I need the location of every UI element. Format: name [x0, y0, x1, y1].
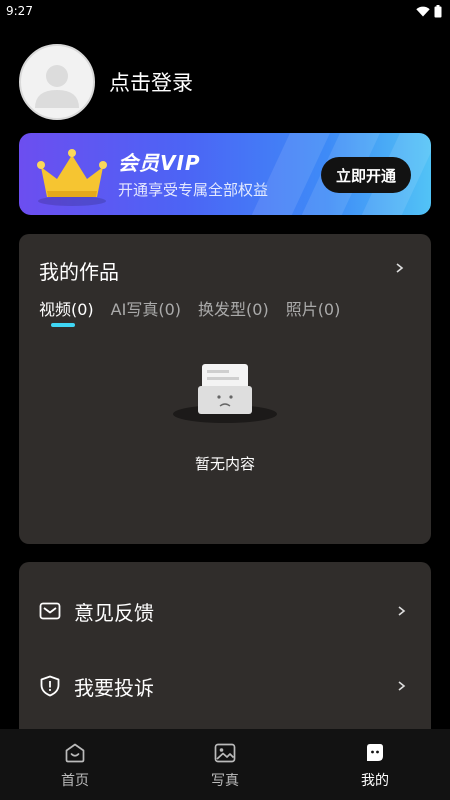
empty-box-icon — [173, 364, 277, 423]
menu-card: 意见反馈 我要投诉 — [19, 562, 431, 742]
mail-icon — [39, 602, 61, 620]
active-tab-indicator — [51, 323, 75, 327]
vip-title: 会员VIP — [118, 151, 201, 175]
home-smile-icon — [65, 743, 85, 763]
nav-portrait-label: 写真 — [211, 773, 239, 789]
profile-header[interactable]: 点击登录 — [19, 44, 193, 120]
menu-item-feedback[interactable]: 意见反馈 — [19, 586, 431, 636]
avatar[interactable] — [19, 44, 95, 120]
status-time: 9:27 — [6, 4, 33, 18]
nav-mine[interactable]: 我的 — [300, 729, 450, 800]
tab-ai-portrait[interactable]: AI写真(0) — [111, 296, 181, 320]
chevron-right-icon — [398, 681, 406, 691]
tab-hairstyle[interactable]: 换发型(0) — [198, 296, 269, 320]
tab-video[interactable]: 视频(0) — [39, 296, 94, 320]
my-works-card: 我的作品 视频(0) AI写真(0) 换发型(0) 照片(0) 暂无内容 — [19, 234, 431, 544]
vip-subtitle: 开通享受专属全部权益 — [118, 181, 269, 199]
nav-home-label: 首页 — [61, 773, 89, 789]
nav-home[interactable]: 首页 — [0, 729, 150, 800]
bottom-nav: 首页 写真 我的 — [0, 729, 450, 800]
my-works-title[interactable]: 我的作品 — [39, 256, 119, 285]
battery-icon — [434, 4, 442, 17]
profile-face-icon — [367, 744, 383, 761]
chevron-right-icon[interactable] — [395, 258, 405, 278]
vip-banner[interactable]: 会员VIP 开通享受专属全部权益 立即开通 — [19, 133, 431, 215]
default-avatar-icon — [35, 65, 79, 108]
menu-label-complaint: 我要投诉 — [74, 675, 154, 700]
empty-state-text: 暂无内容 — [194, 455, 255, 473]
works-tabs: 视频(0) AI写真(0) 换发型(0) 照片(0) — [39, 296, 340, 320]
menu-label-feedback: 意见反馈 — [74, 600, 154, 625]
chevron-right-icon — [398, 606, 406, 616]
crown-icon — [37, 149, 107, 206]
status-bar: 9:27 — [0, 0, 450, 22]
shield-alert-icon — [40, 675, 60, 697]
wifi-icon — [416, 6, 430, 16]
open-vip-button[interactable]: 立即开通 — [321, 157, 411, 193]
nav-portrait[interactable]: 写真 — [150, 729, 300, 800]
login-link[interactable]: 点击登录 — [109, 67, 193, 97]
image-icon — [214, 743, 236, 763]
menu-item-complaint[interactable]: 我要投诉 — [19, 661, 431, 711]
tab-photo[interactable]: 照片(0) — [286, 296, 341, 320]
nav-mine-label: 我的 — [361, 773, 389, 789]
